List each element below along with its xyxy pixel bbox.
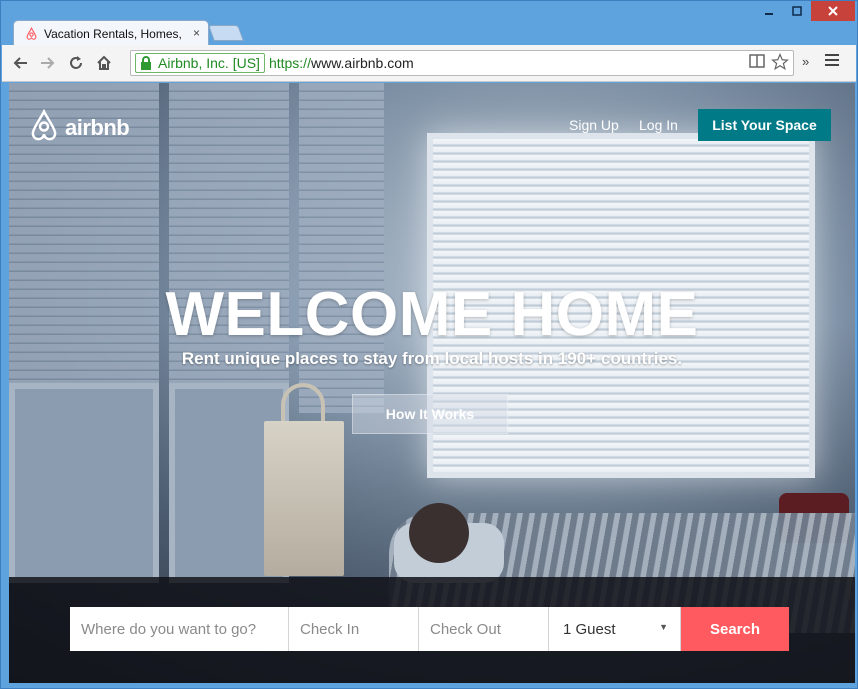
guests-value: 1 Guest (563, 620, 616, 638)
new-tab-button[interactable] (208, 25, 244, 41)
hero-subtitle: Rent unique places to stay from local ho… (181, 349, 683, 368)
sign-up-link[interactable]: Sign Up (569, 117, 619, 133)
check-out-field-wrapper (419, 607, 549, 651)
browser-window: Vacation Rentals, Homes, × Airbnb, Inc. … (0, 0, 858, 689)
airbnb-homepage: airbnb Sign Up Log In List Your Space WE… (9, 83, 855, 683)
search-button[interactable]: Search (681, 607, 789, 651)
tab-title: Vacation Rentals, Homes, (44, 26, 182, 41)
check-out-input[interactable] (430, 607, 548, 651)
logo-wordmark: airbnb (65, 114, 130, 140)
ev-company-name: Airbnb, Inc. [US] (158, 55, 260, 71)
log-in-link[interactable]: Log In (639, 117, 678, 133)
minimize-icon[interactable] (755, 1, 783, 21)
sleeping-person-background (409, 503, 469, 563)
title-bar: Vacation Rentals, Homes, × (1, 1, 857, 46)
extensions-overflow-button[interactable]: » (802, 54, 809, 69)
tote-bag-background (264, 421, 344, 576)
airbnb-logo[interactable]: airbnb (29, 108, 130, 146)
caret-down-icon: ▼ (659, 622, 668, 632)
bookmark-star-icon[interactable] (770, 52, 790, 76)
lock-icon (140, 56, 152, 73)
reload-icon[interactable] (64, 52, 88, 74)
hamburger-menu-icon[interactable] (824, 51, 840, 72)
address-bar[interactable]: Airbnb, Inc. [US] https:// www.airbnb.co… (130, 50, 794, 76)
hero-title: WELCOME HOME (165, 280, 699, 349)
list-your-space-button[interactable]: List Your Space (698, 109, 831, 141)
browser-toolbar: Airbnb, Inc. [US] https:// www.airbnb.co… (2, 45, 856, 82)
reader-mode-icon[interactable] (749, 53, 765, 76)
forward-arrow-icon[interactable] (36, 52, 60, 74)
maximize-icon[interactable] (783, 1, 811, 21)
location-input[interactable] (81, 607, 288, 651)
how-it-works-button[interactable]: How It Works (352, 394, 508, 434)
check-in-field-wrapper (289, 607, 419, 651)
guests-select[interactable]: 1 Guest ▼ (549, 607, 681, 651)
omnibox-actions (749, 52, 790, 76)
airbnb-favicon-icon (24, 27, 38, 41)
back-arrow-icon[interactable] (8, 52, 32, 74)
url-host: www.airbnb.com (310, 55, 414, 71)
window-controls (755, 1, 855, 21)
ev-certificate-badge[interactable]: Airbnb, Inc. [US] (135, 53, 265, 73)
home-icon[interactable] (92, 52, 116, 74)
closet-panel-background (9, 383, 159, 583)
tab-close-icon[interactable]: × (193, 26, 200, 40)
search-form: 1 Guest ▼ Search (70, 607, 789, 651)
url-scheme: https:// (268, 55, 311, 71)
check-in-input[interactable] (300, 607, 418, 651)
airbnb-belo-icon (29, 108, 59, 146)
browser-tab[interactable]: Vacation Rentals, Homes, × (13, 20, 209, 46)
window-close-icon[interactable] (811, 1, 855, 21)
location-field-wrapper (70, 607, 289, 651)
